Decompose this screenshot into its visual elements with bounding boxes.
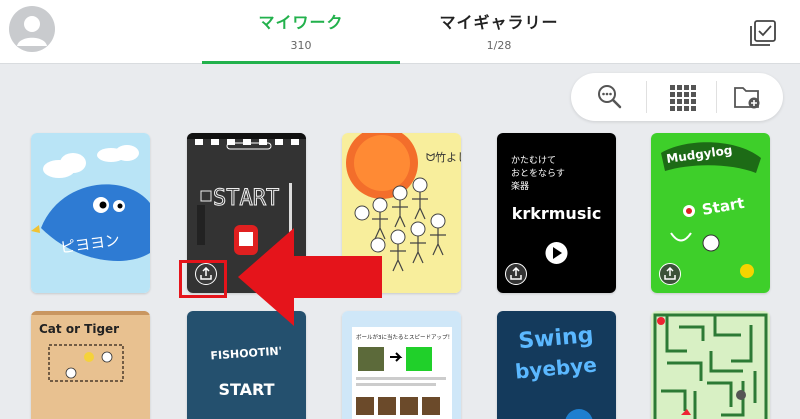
work-thumbnail-speedup[interactable]: ボールが3に当たるとスピードアップ！ [342,311,461,419]
tab-label: マイギャラリー [439,13,559,32]
work-title-line: おとをならす [511,168,565,179]
work-title-line: 楽器 [511,180,529,192]
multi-select-checkbox-icon[interactable] [748,18,778,48]
work-thumbnail-maze[interactable] [651,311,770,419]
share-upload-icon[interactable] [505,263,527,285]
grid-view-icon[interactable] [667,82,697,112]
toolbar-divider [646,81,647,113]
work-title-line: かたむけて [511,155,556,166]
toolbar-divider [716,81,717,113]
tab-count: 310 [290,39,312,52]
view-toolbar [571,73,783,121]
work-thumbnail-swing-byebye[interactable]: Swing byebye [497,311,616,419]
search-zoom-icon[interactable] [595,82,625,112]
header-bar: マイワーク 310 マイギャラリー 1/28 [0,0,800,64]
annotation-arrow-left-icon [238,228,382,326]
tab-label: マイワーク [258,13,344,32]
user-avatar-icon[interactable] [9,6,55,52]
work-thumbnail-krkrmusic[interactable]: かたむけて おとをならす 楽器 krkrmusic [497,133,616,293]
new-folder-icon[interactable] [732,82,762,112]
work-thumbnail-cat-or-tiger[interactable]: Cat or Tiger [31,311,150,419]
tab-my-gallery[interactable]: マイギャラリー 1/28 [400,0,598,64]
work-thumbnail-mudgylog[interactable]: Mudgylog Start [651,133,770,293]
work-title: START [213,186,279,211]
work-subtitle: START [218,380,274,399]
work-title: krkrmusic [512,204,602,223]
work-title: ᗢ竹よし [426,150,461,164]
annotation-highlight-box [179,260,227,298]
work-title: ボールが3に当たるとスピードアップ！ [356,333,453,341]
tab-count: 1/28 [486,39,512,52]
tab-my-work[interactable]: マイワーク 310 [202,0,400,64]
share-upload-icon[interactable] [659,263,681,285]
work-thumbnail-piyoyon[interactable]: ピヨヨン [31,133,150,293]
work-title: Cat or Tiger [39,322,119,336]
work-thumbnail-fishootin[interactable]: FISHOOTIN' START [187,311,306,419]
